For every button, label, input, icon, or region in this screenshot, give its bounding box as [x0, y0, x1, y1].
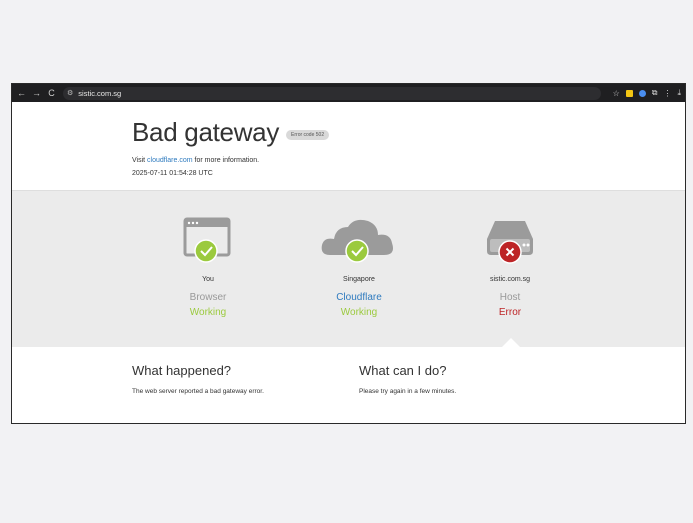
status-kind: Host [499, 292, 521, 303]
status-kind[interactable]: Cloudflare [284, 292, 434, 303]
what-can-i-do-heading: What can I do? [359, 363, 447, 378]
cloudflare-link[interactable]: cloudflare.com [147, 157, 193, 164]
menu-dots-icon[interactable]: ⋮ [663, 89, 671, 98]
browser-window: ← → C ⚙ sistic.com.sg ☆ ⧉ ⋮ ⤓ Bad gatewa… [11, 83, 686, 424]
status-state: Working [189, 307, 227, 318]
page-title: Bad gateway [132, 117, 280, 147]
host-pointer [502, 338, 520, 347]
cloud-icon [321, 219, 393, 263]
visit-suffix: for more information. [192, 157, 260, 164]
status-kind: Browser [189, 292, 227, 303]
back-icon[interactable]: ← [14, 84, 29, 102]
status-place: You [202, 276, 214, 283]
title-row: Bad gateway Error code 502 [132, 117, 685, 148]
server-icon [487, 221, 533, 264]
extension-blue-icon[interactable] [638, 89, 646, 97]
visit-prefix: Visit [132, 157, 148, 164]
forward-icon[interactable]: → [29, 84, 44, 102]
address-url[interactable]: sistic.com.sg [78, 89, 121, 98]
what-happened-section: What happened? The web server reported a… [132, 363, 264, 395]
browser-icon [183, 217, 231, 263]
site-info-icon[interactable]: ⚙ [67, 89, 73, 97]
toolbar-actions: ☆ ⧉ ⋮ ⤓ [613, 84, 681, 102]
reload-icon[interactable]: C [44, 84, 59, 102]
timestamp: 2025-07-11 01:54:28 UTC [132, 170, 213, 177]
puzzle-icon[interactable]: ⧉ [652, 88, 658, 98]
nav-buttons: ← → C [14, 84, 59, 102]
error-code-badge: Error code 502 [286, 129, 330, 140]
visit-line: Visit cloudflare.com for more informatio… [132, 157, 685, 164]
what-happened-heading: What happened? [132, 363, 232, 378]
status-place: Singapore [343, 276, 375, 283]
error-header: Bad gateway Error code 502 Visit cloudfl… [12, 102, 685, 190]
what-happened-text: The web server reported a bad gateway er… [132, 388, 264, 395]
status-place: sistic.com.sg [489, 276, 531, 283]
download-icon[interactable]: ⤓ [677, 88, 681, 98]
extension-yellow-icon[interactable] [625, 89, 633, 97]
what-can-i-do-text: Please try again in a few minutes. [359, 388, 457, 395]
what-can-i-do-section: What can I do? Please try again in a few… [359, 363, 456, 395]
star-icon[interactable]: ☆ [613, 89, 620, 98]
status-state: Working [340, 307, 378, 318]
status-band: You Browser Working Singapore Cloudflare… [12, 190, 685, 347]
address-bar[interactable]: ⚙ sistic.com.sg [63, 86, 601, 100]
status-state: Error [498, 307, 522, 318]
browser-toolbar: ← → C ⚙ sistic.com.sg ☆ ⧉ ⋮ ⤓ [12, 84, 685, 102]
